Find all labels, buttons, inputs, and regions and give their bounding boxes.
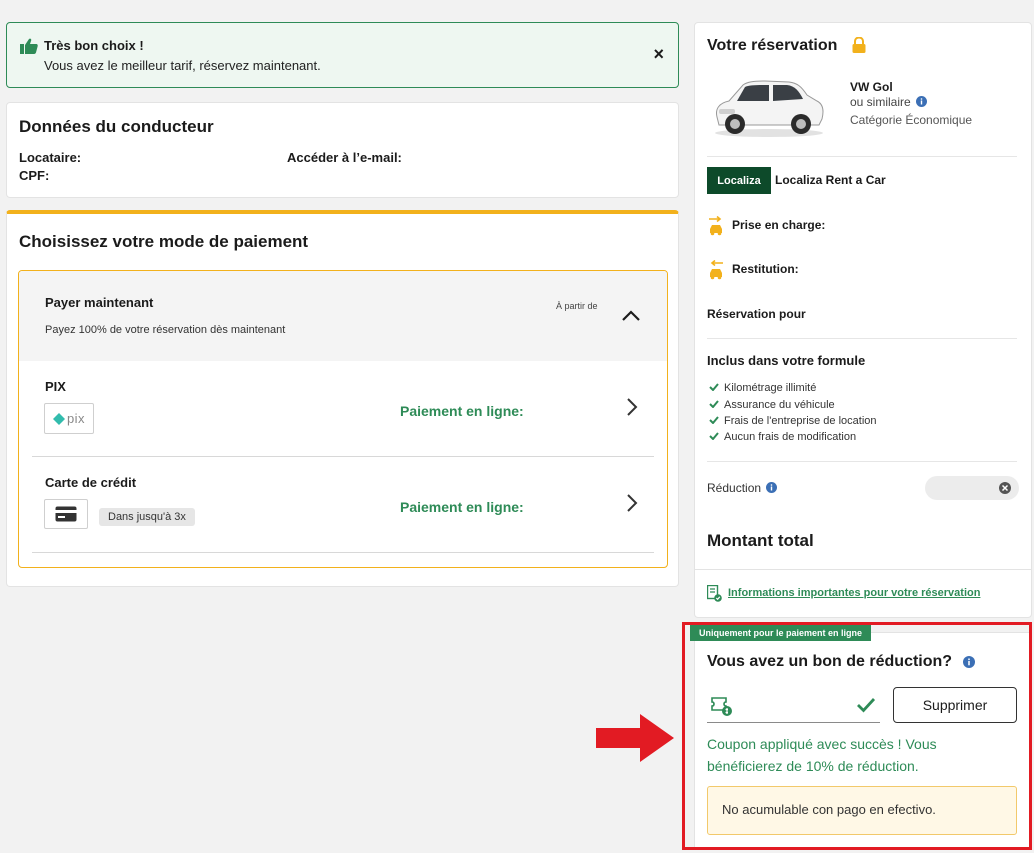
- driver-title: Données du conducteur: [19, 117, 214, 136]
- cpf-label: CPF:: [19, 168, 50, 183]
- car-similar: ou similaire: [850, 95, 928, 109]
- check-icon: [857, 698, 876, 713]
- coupon-warning: No acumulable con pago en efectivo.: [707, 786, 1017, 835]
- email-label: Accéder à l’e-mail:: [287, 150, 402, 165]
- coupon-card: Vous avez un bon de réduction? Supprimer…: [694, 632, 1032, 850]
- remove-coupon-button[interactable]: Supprimer: [893, 687, 1017, 723]
- check-icon: [709, 400, 719, 408]
- chevron-right-icon[interactable]: [626, 493, 638, 513]
- red-arrow-icon: [596, 714, 674, 762]
- info-icon[interactable]: [963, 656, 975, 668]
- alert-title: Très bon choix !: [44, 38, 144, 53]
- alert-message: Vous avez le meilleur tarif, réservez ma…: [44, 58, 321, 73]
- credit-card-title: Carte de crédit: [45, 475, 137, 490]
- document-check-icon: [707, 585, 722, 602]
- included-item: Frais de l'entreprise de location: [709, 415, 877, 427]
- pix-logo-text: pix: [66, 411, 86, 426]
- pay-now-header[interactable]: Payer maintenant Payez 100% de votre rés…: [19, 271, 667, 361]
- check-icon: [709, 383, 719, 391]
- coupon-success-message: Coupon appliqué avec succès ! Vous bénéf…: [707, 736, 937, 774]
- remove-discount-icon[interactable]: [999, 482, 1011, 494]
- check-icon: [709, 416, 719, 424]
- coupon-title: Vous avez un bon de réduction?: [707, 653, 953, 670]
- included-title: Inclus dans votre formule: [707, 353, 866, 368]
- booking-for-label: Réservation pour: [707, 307, 806, 321]
- lock-icon: [852, 37, 866, 53]
- info-icon[interactable]: [766, 482, 778, 493]
- installments-tag: Dans jusqu'à 3x: [99, 508, 195, 526]
- credit-card-online-label: Paiement en ligne:: [400, 499, 524, 515]
- car-category: Catégorie Économique: [850, 113, 973, 127]
- company-name: Localiza Rent a Car: [775, 173, 886, 187]
- ticket-icon: [711, 697, 732, 716]
- chevron-right-icon[interactable]: [626, 397, 638, 417]
- reservation-summary: Votre réservation VW Gol ou similaire Ca…: [694, 22, 1032, 618]
- car-model: VW Gol: [850, 80, 893, 94]
- credit-card-method[interactable]: Carte de crédit Dans jusqu'à 3x Paiement…: [32, 457, 654, 553]
- pix-online-label: Paiement en ligne:: [400, 403, 524, 419]
- pix-method[interactable]: PIX pix Paiement en ligne:: [32, 361, 654, 457]
- pay-now-title: Payer maintenant: [45, 295, 154, 310]
- reservation-title: Votre réservation: [707, 37, 838, 54]
- from-label: À partir de: [556, 301, 598, 311]
- return-label: Restitution:: [732, 262, 799, 276]
- thumbs-up-icon: [20, 38, 38, 54]
- included-item: Assurance du véhicule: [709, 399, 835, 411]
- pix-logo: pix: [44, 403, 94, 434]
- close-icon[interactable]: ×: [653, 44, 664, 64]
- pickup-label: Prise en charge:: [732, 218, 826, 232]
- pay-now-option: Payer maintenant Payez 100% de votre rés…: [18, 270, 668, 568]
- pix-title: PIX: [45, 379, 66, 394]
- credit-card-icon: [55, 506, 77, 522]
- payment-card: Choisissez votre mode de paiement Payer …: [6, 210, 679, 587]
- renter-label: Locataire:: [19, 150, 82, 165]
- discount-chip: [925, 476, 1019, 500]
- payment-title: Choisissez votre mode de paiement: [19, 232, 309, 251]
- driver-data-card: Données du conducteur Locataire: CPF: Ac…: [6, 102, 679, 198]
- localiza-logo: Localiza: [707, 167, 771, 194]
- pay-now-subtitle: Payez 100% de votre réservation dès main…: [45, 324, 286, 336]
- info-icon[interactable]: [916, 96, 928, 107]
- important-info-link[interactable]: Informations importantes pour votre rése…: [728, 587, 980, 599]
- pickup-car-icon: [709, 216, 722, 236]
- coupon-input[interactable]: [707, 685, 880, 723]
- included-item: Aucun frais de modification: [709, 431, 856, 443]
- online-only-tag: Uniquement pour le paiement en ligne: [690, 625, 872, 641]
- best-price-alert: Très bon choix ! Vous avez le meilleur t…: [6, 22, 679, 88]
- discount-label: Réduction: [707, 481, 778, 495]
- included-item: Kilométrage illimité: [709, 382, 816, 394]
- credit-card-logo: [44, 499, 88, 529]
- chevron-up-icon[interactable]: [622, 309, 640, 321]
- car-image: [715, 80, 824, 137]
- check-icon: [709, 432, 719, 440]
- pix-icon: [52, 412, 65, 425]
- return-car-icon: [710, 260, 723, 280]
- total-label: Montant total: [707, 531, 814, 550]
